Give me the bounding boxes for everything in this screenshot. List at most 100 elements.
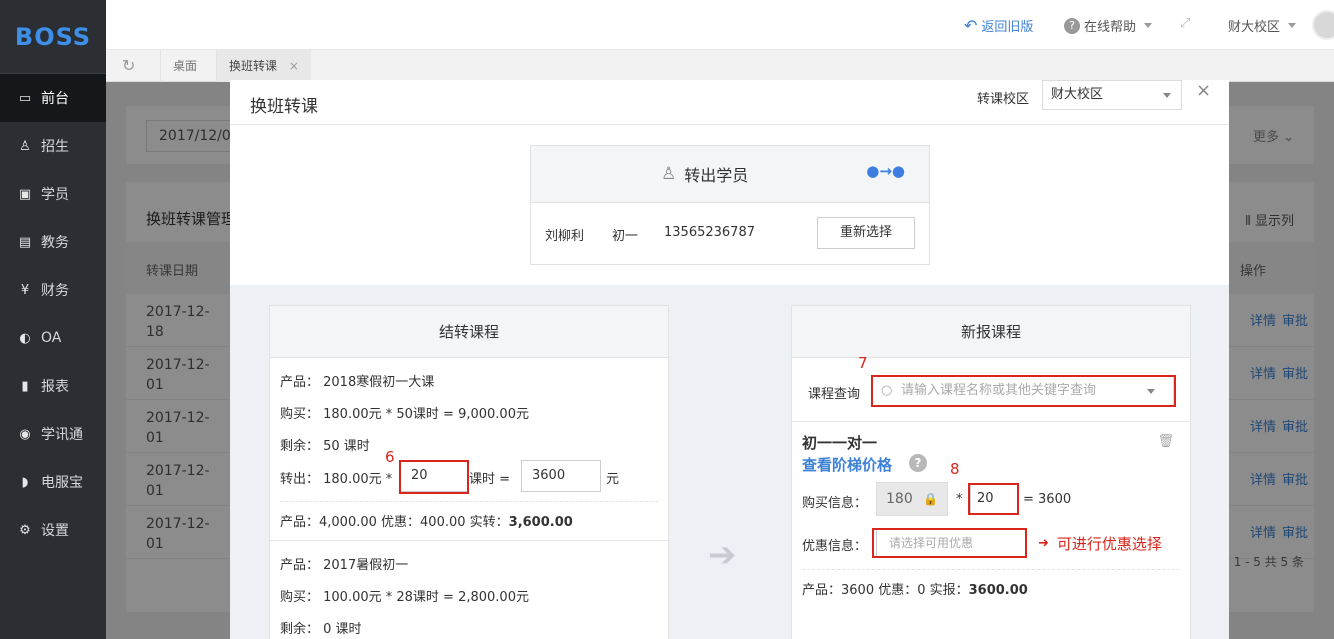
highlight-box xyxy=(399,460,469,494)
arrow-right-icon: ➜ xyxy=(1038,536,1049,551)
course1-remaining: 剩余： 50 课时 xyxy=(280,439,370,454)
course1-purchase: 购买： 180.00元 * 50课时 = 9,000.00元 xyxy=(280,407,529,422)
sidebar-item-label: 设置 xyxy=(41,523,69,539)
tab-desktop-label: 桌面 xyxy=(173,59,198,73)
sidebar-item-7[interactable]: ◉ 学讯通 xyxy=(0,410,106,458)
divider xyxy=(280,501,658,502)
id-card-icon: ▣ xyxy=(18,186,32,202)
annotation-7: 7 xyxy=(858,354,868,372)
user-add-icon: ♙ xyxy=(19,138,31,154)
sidebar-item-4[interactable]: ¥ 财务 xyxy=(0,266,106,314)
refresh-icon[interactable]: ↻ xyxy=(122,56,135,75)
avatar[interactable] xyxy=(1312,10,1334,40)
phone-icon: ◗ xyxy=(21,474,29,490)
campus-label: 财大校区 xyxy=(1228,20,1281,35)
calendar-icon: ▭ xyxy=(18,90,32,106)
highlight-box xyxy=(872,528,1027,558)
sidebar-item-5[interactable]: ◐ OA xyxy=(0,314,106,362)
sidebar-item-label: 教务 xyxy=(41,235,69,251)
unit-price-value: 180 xyxy=(886,491,913,507)
sidebar-item-8[interactable]: ◗ 电服宝 xyxy=(0,458,106,506)
sidebar-item-9[interactable]: ⚙ 设置 xyxy=(0,506,106,554)
purchase-total: = 3600 xyxy=(1023,492,1072,507)
sidebar-item-2[interactable]: ▣ 学员 xyxy=(0,170,106,218)
new-course-summary: 产品：3600 优惠：0 实报：3600.00 xyxy=(802,579,1028,598)
chevron-down-icon xyxy=(1288,23,1297,28)
new-course-total: 3600.00 xyxy=(968,583,1028,598)
logo: BOSS xyxy=(0,0,106,74)
times-sign: * xyxy=(956,492,963,507)
divider xyxy=(802,569,1180,570)
purchase-info-label: 购买信息： xyxy=(802,496,868,511)
sidebar-item-label: 电服宝 xyxy=(41,475,83,491)
top-bar: ↶ 返回旧版 ? 在线帮助 ⤢ 财大校区 xyxy=(106,0,1334,50)
brand-logo-text: BOSS xyxy=(14,22,92,51)
course2-remaining: 剩余： 0 课时 xyxy=(280,622,362,637)
help-icon[interactable]: ? xyxy=(909,454,927,472)
close-icon[interactable]: × xyxy=(1196,80,1211,101)
user-icon: ♙ xyxy=(661,164,677,184)
campus-switcher[interactable]: 财大校区 xyxy=(1228,16,1297,35)
transfer-amount-field[interactable]: 3600 xyxy=(521,460,601,492)
course-search-label: 课程查询 xyxy=(808,387,861,402)
tab-transfer-label: 换班转课 xyxy=(229,59,278,73)
tab-strip: ↻ 桌面 换班转课 × xyxy=(106,50,1334,82)
location-icon: ◉ xyxy=(19,426,31,442)
tab-class-transfer[interactable]: 换班转课 × xyxy=(216,50,311,82)
sidebar-item-label: 前台 xyxy=(41,91,69,107)
online-help-menu[interactable]: ? 在线帮助 xyxy=(1064,16,1153,35)
modal-header: 换班转课 转课校区 财大校区 × xyxy=(230,80,1229,125)
currency-unit: 元 xyxy=(606,472,620,487)
chevron-down-icon xyxy=(1144,23,1153,28)
transfer-campus-select[interactable]: 财大校区 xyxy=(1042,80,1182,110)
section-separator xyxy=(792,421,1190,422)
discount-note-text: 可进行优惠选择 xyxy=(1056,535,1162,553)
book-icon: ▤ xyxy=(18,234,32,250)
sidebar-item-label: 招生 xyxy=(41,139,69,155)
tier-price-link[interactable]: 查看阶梯价格 xyxy=(802,454,892,475)
sidebar: BOSS ▭ 前台 ♙ 招生 ▣ 学员 ▤ 教务 ¥ 财务 ◐ OA ▮ 报表 ◉ 学讯通 ◗ 电服宝 ⚙ 设置 xyxy=(0,0,106,639)
new-course-name: 初一一对一 xyxy=(802,434,878,452)
reselect-button[interactable]: 重新选择 xyxy=(817,217,915,249)
help-label: 在线帮助 xyxy=(1084,20,1137,35)
course1-transfer-label: 转出： 180.00元 * xyxy=(280,472,393,487)
transfer-campus-value: 财大校区 xyxy=(1051,87,1104,102)
tab-desktop[interactable]: 桌面 xyxy=(160,50,209,82)
course-separator xyxy=(270,540,668,541)
bar-chart-icon: ▮ xyxy=(21,378,29,394)
gear-icon: ⚙ xyxy=(19,522,31,538)
student-card-title: ♙ 转出学员 xyxy=(661,162,748,186)
new-course-summary-text: 产品：3600 优惠：0 实报： xyxy=(802,583,969,598)
course1-transfer-total: 3,600.00 xyxy=(508,515,573,530)
sidebar-item-label: 学员 xyxy=(41,187,69,203)
sidebar-item-3[interactable]: ▤ 教务 xyxy=(0,218,106,266)
course1-summary: 产品：4,000.00 优惠：400.00 实转：3,600.00 xyxy=(280,511,573,530)
discount-note: ➜ 可进行优惠选择 xyxy=(1038,533,1162,554)
fullscreen-icon[interactable]: ⤢ xyxy=(1180,16,1190,31)
sidebar-item-0[interactable]: ▭ 前台 xyxy=(0,74,106,122)
highlight-box xyxy=(871,375,1176,407)
arrow-right-icon: ➔ xyxy=(708,535,737,575)
student-card: ♙ 转出学员 ●→● 刘柳利 初一 13565236787 重新选择 xyxy=(530,145,930,265)
student-grade: 初一 xyxy=(612,229,639,244)
back-to-old-version-link[interactable]: ↶ 返回旧版 xyxy=(964,16,1033,35)
student-info: 刘柳利 初一 13565236787 重新选择 xyxy=(531,203,929,265)
carryover-header: 结转课程 xyxy=(270,306,668,358)
trash-icon[interactable]: 🗑 xyxy=(1157,434,1174,449)
student-card-header: ♙ 转出学员 ●→● xyxy=(531,146,929,203)
lock-icon: 🔒 xyxy=(923,492,938,506)
course2-purchase: 购买： 100.00元 * 28课时 = 2,800.00元 xyxy=(280,590,529,605)
student-card-title-label: 转出学员 xyxy=(684,166,749,185)
student-phone: 13565236787 xyxy=(664,225,755,240)
undo-icon: ↶ xyxy=(964,16,978,35)
close-icon[interactable]: × xyxy=(289,59,299,73)
course-area: 结转课程 产品： 2018寒假初一大课 购买： 180.00元 * 50课时 =… xyxy=(230,285,1229,639)
toggle-icon: ◐ xyxy=(19,330,31,346)
swap-users-icon[interactable]: ●→● xyxy=(866,162,905,180)
sidebar-item-1[interactable]: ♙ 招生 xyxy=(0,122,106,170)
sidebar-item-6[interactable]: ▮ 报表 xyxy=(0,362,106,410)
highlight-box xyxy=(968,483,1019,515)
hours-equals-label: 课时 = xyxy=(469,472,511,487)
course2-product: 产品： 2017暑假初一 xyxy=(280,558,409,573)
chevron-down-icon xyxy=(1163,93,1171,98)
